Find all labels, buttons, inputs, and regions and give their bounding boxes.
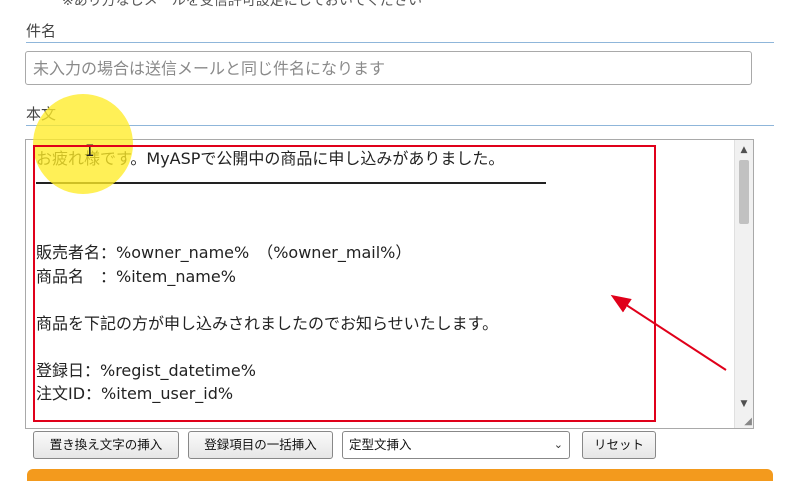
chevron-down-icon: ⌄: [553, 438, 563, 451]
body-line: [36, 218, 546, 242]
body-text: お疲れ様です。MyASPで公開中の商品に申し込みがありました。 販売者名：%ow…: [36, 147, 546, 406]
resize-grip-icon[interactable]: ◢: [744, 417, 752, 427]
subject-divider: [26, 42, 774, 43]
text-cursor-icon: I: [85, 141, 95, 160]
body-line: お疲れ様です。MyASPで公開中の商品に申し込みがありました。: [36, 149, 505, 168]
bulk-insert-button[interactable]: 登録項目の一括挿入: [188, 431, 333, 459]
body-line: 販売者名：%owner_name% （%owner_mail%）: [36, 243, 412, 262]
body-line: [36, 335, 546, 359]
body-divider: [26, 125, 774, 126]
body-line: [36, 288, 546, 312]
scroll-thumb[interactable]: [739, 160, 749, 224]
body-line: 登録日：%regist_datetime%: [36, 360, 256, 380]
body-line-separator: [36, 171, 546, 195]
body-textarea[interactable]: お疲れ様です。MyASPで公開中の商品に申し込みがありました。 販売者名：%ow…: [25, 139, 754, 429]
subject-input[interactable]: [25, 51, 752, 85]
body-line: 商品を下記の方が申し込みされましたのでお知らせいたします。: [36, 313, 499, 333]
top-note: ※あり方なしメールを受信許可設定にしておいてください: [62, 0, 423, 9]
submit-button[interactable]: [27, 469, 773, 481]
body-line: [36, 194, 546, 218]
body-label: 本文: [26, 105, 57, 123]
reset-button[interactable]: リセット: [582, 431, 656, 459]
separator-rule: [36, 182, 546, 184]
body-line: 注文ID：%item_user_id%: [36, 384, 234, 403]
textarea-scrollbar[interactable]: ▲ ▼: [734, 140, 753, 428]
template-select[interactable]: 定型文挿入 ⌄: [342, 431, 570, 459]
insert-replace-text-button[interactable]: 置き換え文字の挿入: [33, 431, 179, 459]
body-line: 商品名 ：%item_name%: [36, 266, 236, 286]
template-select-value: 定型文挿入: [349, 437, 412, 452]
scroll-up-arrow-icon[interactable]: ▲: [735, 142, 753, 158]
subject-label: 件名: [26, 22, 57, 40]
scroll-down-arrow-icon[interactable]: ▼: [735, 396, 753, 412]
